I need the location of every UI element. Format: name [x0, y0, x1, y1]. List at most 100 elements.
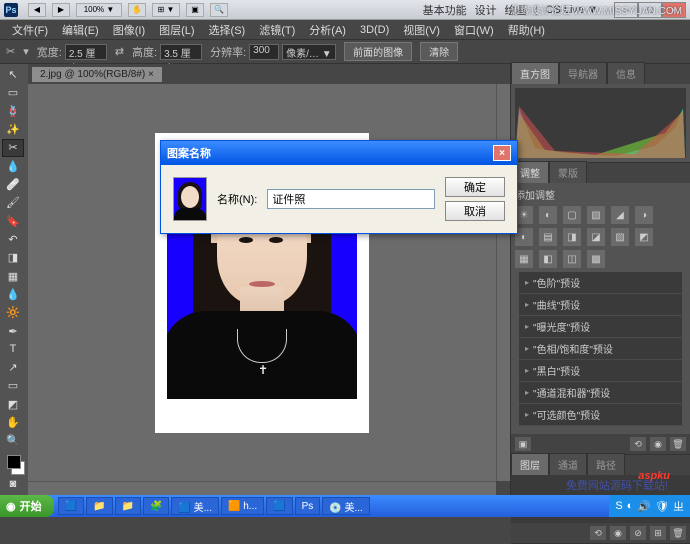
adj-channel-mixer-icon[interactable]: ◨ [563, 228, 581, 246]
task-item[interactable]: 💿 美... [322, 497, 370, 515]
tab-histogram[interactable]: 直方图 [511, 62, 559, 84]
dodge-tool[interactable]: 🔆 [2, 304, 24, 321]
adj-gradient-map-icon[interactable]: ▦ [515, 250, 533, 268]
adjust-reset-icon[interactable]: ⟲ [630, 437, 646, 451]
menu-image[interactable]: 图像(I) [107, 20, 151, 40]
preset-curves[interactable]: "曲线"预设 [519, 294, 682, 316]
preset-levels[interactable]: "色阶"预设 [519, 272, 682, 294]
menu-select[interactable]: 选择(S) [203, 20, 252, 40]
start-button[interactable]: ◉开始 [0, 495, 54, 517]
adjust-clip-icon[interactable]: ▣ [515, 437, 531, 451]
adj-posterize-icon[interactable]: ▨ [611, 228, 629, 246]
dialog-close-button[interactable]: × [493, 145, 511, 161]
marquee-tool[interactable]: ▭ [2, 84, 24, 101]
gradient-tool[interactable]: ▦ [2, 267, 24, 284]
layer-new-icon[interactable]: ⊞ [650, 526, 666, 540]
arrange-select[interactable]: ⊞ ▼ [152, 3, 180, 17]
menu-analysis[interactable]: 分析(A) [303, 20, 352, 40]
heal-tool[interactable]: 🩹 [2, 176, 24, 193]
menu-3d[interactable]: 3D(D) [354, 22, 395, 38]
adj-vibrance-icon[interactable]: ◢ [611, 206, 629, 224]
clear-button[interactable]: 清除 [420, 42, 458, 61]
type-tool[interactable]: T [2, 341, 24, 358]
workspace-essentials[interactable]: 基本功能 [423, 2, 467, 18]
preset-channel-mixer[interactable]: "通道混和器"预设 [519, 382, 682, 404]
workspace-design[interactable]: 设计 [475, 2, 497, 18]
eraser-tool[interactable]: ◨ [2, 249, 24, 266]
document-tab[interactable]: 2.jpg @ 100%(RGB/8#) × [32, 67, 162, 82]
swap-button[interactable]: ⇄ [115, 45, 124, 58]
hand-icon[interactable]: ✋ [128, 3, 146, 17]
menu-window[interactable]: 窗口(W) [448, 20, 500, 40]
task-item[interactable]: 🧩 [143, 497, 169, 515]
3d-tool[interactable]: ◩ [2, 396, 24, 413]
lasso-tool[interactable]: 🪢 [2, 103, 24, 120]
path-tool[interactable]: ↗ [2, 359, 24, 376]
task-item[interactable]: Ps [295, 497, 321, 515]
width-input[interactable]: 2.5 厘米 [65, 44, 107, 60]
move-tool[interactable]: ↖ [2, 66, 24, 83]
brush-tool[interactable]: 🖌 [2, 194, 24, 211]
menu-file[interactable]: 文件(F) [6, 20, 54, 40]
adj-color-lookup-icon[interactable]: ◫ [563, 250, 581, 268]
menu-help[interactable]: 帮助(H) [502, 20, 551, 40]
adj-selective-color-icon[interactable]: ◧ [539, 250, 557, 268]
history-brush-tool[interactable]: ↶ [2, 231, 24, 248]
adjust-del-icon[interactable]: 🗑 [670, 437, 686, 451]
adj-invert-icon[interactable]: ◪ [587, 228, 605, 246]
adjust-view-icon[interactable]: ◉ [650, 437, 666, 451]
front-image-button[interactable]: 前面的图像 [344, 42, 412, 61]
quickmask-tool[interactable]: ◙ [2, 476, 24, 493]
preset-hue[interactable]: "色相/饱和度"预设 [519, 338, 682, 360]
shape-tool[interactable]: ▭ [2, 377, 24, 394]
preset-selective-color[interactable]: "可选颜色"预设 [519, 404, 682, 426]
eyedropper-tool[interactable]: 💧 [2, 158, 24, 175]
pen-tool[interactable]: ✒ [2, 322, 24, 339]
dialog-cancel-button[interactable]: 取消 [445, 201, 505, 221]
layer-fx-icon[interactable]: ⟲ [590, 526, 606, 540]
height-input[interactable]: 3.5 厘米 [160, 44, 202, 60]
menu-layer[interactable]: 图层(L) [153, 20, 200, 40]
tab-navigator[interactable]: 导航器 [559, 62, 607, 84]
crop-tool[interactable]: ✂ [2, 139, 24, 156]
task-item[interactable]: 📁 [115, 497, 141, 515]
adj-hue-icon[interactable]: ◑ [635, 206, 653, 224]
color-swatch[interactable] [2, 455, 26, 475]
menu-filter[interactable]: 滤镜(T) [253, 20, 301, 40]
layer-mask-icon[interactable]: ◉ [610, 526, 626, 540]
layer-group-icon[interactable]: ⊘ [630, 526, 646, 540]
layer-delete-icon[interactable]: 🗑 [670, 526, 686, 540]
stamp-tool[interactable]: 🔖 [2, 213, 24, 230]
task-item[interactable]: 📁 [86, 497, 112, 515]
task-item[interactable]: 🟧 h... [221, 497, 264, 515]
adj-levels-icon[interactable]: ◐ [539, 206, 557, 224]
adj-curves-icon[interactable]: ▢ [563, 206, 581, 224]
search-icon[interactable]: 🔍 [210, 3, 228, 17]
res-unit-select[interactable]: 像素/… ▼ [282, 44, 336, 60]
zoom-tool[interactable]: 🔍 [2, 432, 24, 449]
tab-masks[interactable]: 蒙版 [549, 161, 587, 183]
horizontal-scrollbar[interactable] [28, 481, 496, 495]
tab-paths[interactable]: 路径 [587, 453, 625, 475]
adj-misc-icon[interactable]: ▩ [587, 250, 605, 268]
dialog-ok-button[interactable]: 确定 [445, 177, 505, 197]
hand-tool[interactable]: ✋ [2, 414, 24, 431]
zoom-select[interactable]: 100% ▼ [76, 3, 122, 17]
tab-layers[interactable]: 图层 [511, 453, 549, 475]
preset-exposure[interactable]: "曝光度"预设 [519, 316, 682, 338]
screen-mode-button[interactable]: ▣ [186, 3, 204, 17]
preset-bw[interactable]: "黑白"预设 [519, 360, 682, 382]
system-tray[interactable]: S ◐ 🔊 🛡 ㄓ [609, 495, 690, 517]
blur-tool[interactable]: 💧 [2, 286, 24, 303]
adj-threshold-icon[interactable]: ◩ [635, 228, 653, 246]
menu-view[interactable]: 视图(V) [397, 20, 446, 40]
dialog-name-input[interactable] [267, 189, 435, 209]
nav-fwd-button[interactable]: ▶ [52, 3, 70, 17]
res-input[interactable]: 300 [249, 44, 279, 60]
task-item[interactable]: 🟦 [58, 497, 84, 515]
wand-tool[interactable]: ✨ [2, 121, 24, 138]
task-item[interactable]: 🟦 美... [171, 497, 219, 515]
menu-edit[interactable]: 编辑(E) [56, 20, 105, 40]
adj-photo-filter-icon[interactable]: ▤ [539, 228, 557, 246]
tab-info[interactable]: 信息 [607, 62, 645, 84]
